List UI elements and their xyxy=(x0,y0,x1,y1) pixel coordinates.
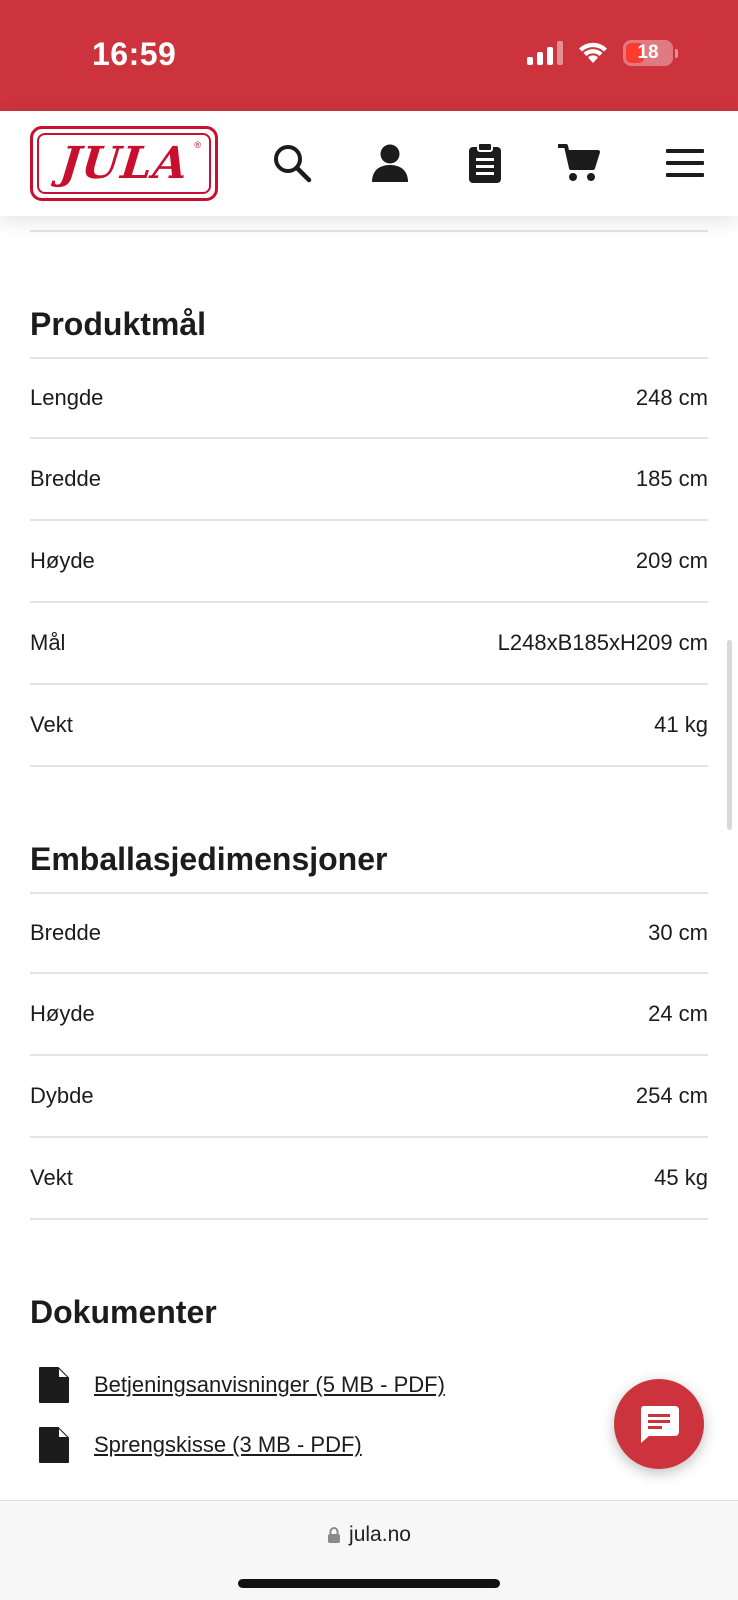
cart-button[interactable] xyxy=(557,141,601,185)
user-icon xyxy=(372,144,408,182)
spec-row: Dybde 254 cm xyxy=(30,1056,708,1138)
clipboard-icon xyxy=(469,142,501,183)
chat-icon xyxy=(640,1406,679,1443)
search-button[interactable] xyxy=(270,141,314,185)
spec-label: Lengde xyxy=(30,385,104,410)
spec-value: 185 cm xyxy=(635,466,708,491)
menu-button[interactable] xyxy=(663,141,707,185)
wifi-icon xyxy=(579,42,607,63)
spec-label: Mål xyxy=(30,630,66,655)
spec-value: 248 cm xyxy=(635,385,708,410)
spec-label: Bredde xyxy=(30,920,101,945)
spec-label: Høyde xyxy=(30,1001,95,1026)
spec-row: Bredde 185 cm xyxy=(30,439,708,521)
product-dimensions-table: Lengde 248 cm Bredde 185 cm Høyde 209 cm… xyxy=(30,357,708,767)
spec-row: Vekt 45 kg xyxy=(30,1138,708,1220)
url-display[interactable]: jula.no xyxy=(0,1523,738,1547)
spec-row: Vekt 41 kg xyxy=(30,685,708,767)
battery-icon: 18 xyxy=(623,40,673,66)
package-dimensions-title: Emballasjedimensjoner xyxy=(30,841,388,877)
lock-icon xyxy=(328,1527,341,1543)
account-button[interactable] xyxy=(368,141,412,185)
browser-url-bar[interactable]: jula.no xyxy=(0,1500,738,1600)
jula-logo[interactable]: JULA ® xyxy=(30,126,218,201)
cart-icon xyxy=(558,144,600,181)
spec-value: L248xB185xH209 cm xyxy=(497,630,708,655)
spec-label: Høyde xyxy=(30,548,95,573)
site-header: JULA ® xyxy=(0,111,738,216)
document-link-item[interactable]: Sprengskisse (3 MB - PDF) xyxy=(30,1415,708,1475)
spec-value: 254 cm xyxy=(635,1083,708,1108)
product-dimensions-title: Produktmål xyxy=(30,306,207,342)
spec-value: 209 cm xyxy=(635,548,708,573)
spec-row: Lengde 248 cm xyxy=(30,357,708,439)
spec-label: Vekt xyxy=(30,1165,73,1190)
package-dimensions-table: Bredde 30 cm Høyde 24 cm Dybde 254 cm Ve… xyxy=(30,892,708,1220)
search-icon xyxy=(274,145,312,183)
chat-button[interactable] xyxy=(614,1379,704,1469)
logo-text: JULA xyxy=(57,138,191,189)
cellular-signal-icon xyxy=(527,41,563,65)
spec-row: Høyde 24 cm xyxy=(30,974,708,1056)
menu-icon xyxy=(666,149,704,177)
spec-row: Høyde 209 cm xyxy=(30,521,708,603)
status-bar: 16:59 18 xyxy=(0,0,738,111)
documents-list: Betjeningsanvisninger (5 MB - PDF) Spren… xyxy=(30,1355,708,1475)
divider xyxy=(30,230,708,232)
spec-value: 41 kg xyxy=(654,712,708,737)
documents-title: Dokumenter xyxy=(30,1294,217,1330)
logo-frame: JULA xyxy=(37,133,211,194)
spec-label: Dybde xyxy=(30,1083,94,1108)
spec-value: 30 cm xyxy=(648,920,708,945)
spec-label: Bredde xyxy=(30,466,101,491)
spec-value: 45 kg xyxy=(654,1165,708,1190)
battery-percent: 18 xyxy=(637,42,659,63)
battery-tip xyxy=(675,48,678,58)
manual-pdf-link[interactable]: Betjeningsanvisninger (5 MB - PDF) xyxy=(94,1372,445,1398)
spec-row: Bredde 30 cm xyxy=(30,892,708,974)
main-content: Produktmål Lengde 248 cm Bredde 185 cm H… xyxy=(30,216,708,1475)
spec-label: Vekt xyxy=(30,712,73,737)
document-link-item[interactable]: Betjeningsanvisninger (5 MB - PDF) xyxy=(30,1355,708,1415)
spec-value: 24 cm xyxy=(648,1001,708,1026)
scrollbar-thumb[interactable] xyxy=(727,640,732,830)
status-icons: 18 xyxy=(527,40,678,66)
spec-row: Mål L248xB185xH209 cm xyxy=(30,603,708,685)
exploded-view-pdf-link[interactable]: Sprengskisse (3 MB - PDF) xyxy=(94,1432,362,1458)
document-icon xyxy=(39,1367,69,1403)
home-indicator[interactable] xyxy=(238,1579,500,1588)
document-icon xyxy=(39,1427,69,1463)
url-text: jula.no xyxy=(349,1523,411,1546)
status-time: 16:59 xyxy=(92,36,177,72)
shopping-list-button[interactable] xyxy=(463,141,507,185)
logo-registered-mark: ® xyxy=(194,140,201,150)
